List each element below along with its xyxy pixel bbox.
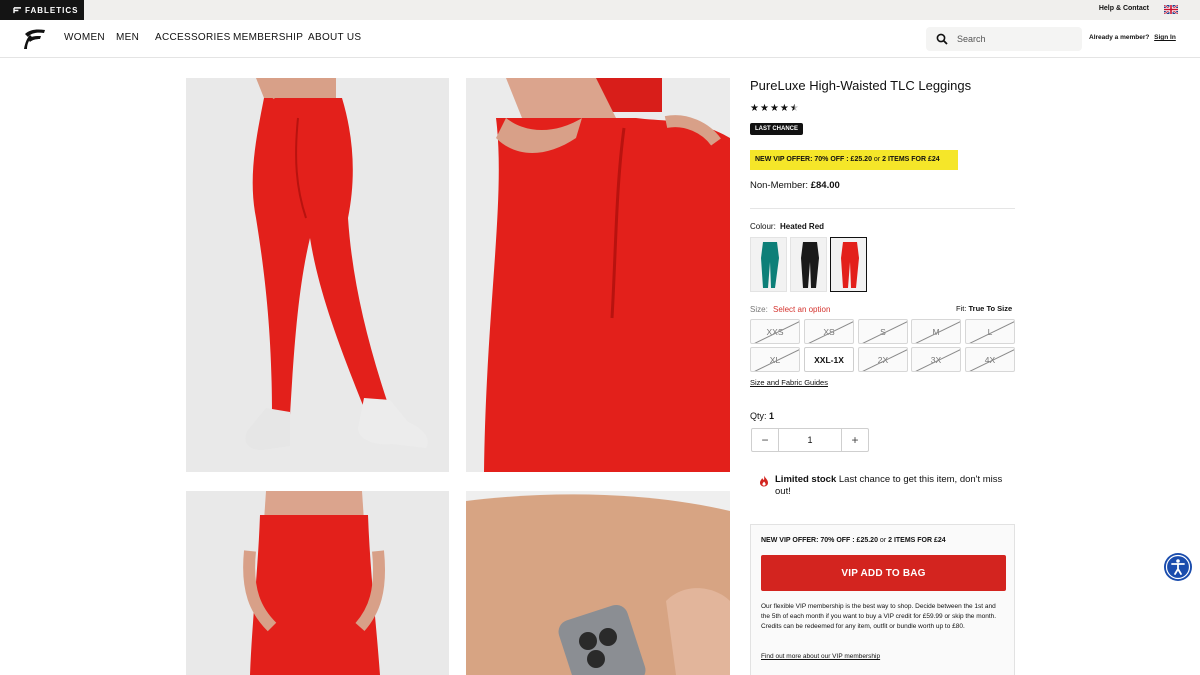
black-legging-thumb xyxy=(791,238,826,291)
vip-box-offer-prefix: NEW VIP OFFER: 70% OFF : £25.20 xyxy=(761,537,878,544)
star-icon: ★ xyxy=(769,103,779,114)
vip-offer-suffix: 2 ITEMS FOR £24 xyxy=(882,156,940,163)
vip-add-to-bag-button[interactable]: VIP ADD TO BAG xyxy=(761,555,1006,591)
qty-value[interactable]: 1 xyxy=(778,429,842,451)
vip-purchase-box: NEW VIP OFFER: 70% OFF : £25.20 or 2 ITE… xyxy=(750,524,1015,675)
fire-icon xyxy=(760,475,768,487)
qty-decrease-button[interactable]: − xyxy=(752,429,778,451)
star-icon: ★ xyxy=(779,103,789,114)
qty-increase-button[interactable]: + xyxy=(842,429,868,451)
nav-women[interactable]: WOMEN xyxy=(64,32,105,43)
fabletics-logo-icon[interactable] xyxy=(22,28,46,50)
red-legging-thumb xyxy=(831,238,866,291)
price-value: £84.00 xyxy=(810,180,840,191)
rating-stars[interactable]: ★ ★ ★ ★ ★ xyxy=(750,104,799,114)
product-image-back-full xyxy=(186,78,449,472)
product-image-front xyxy=(186,491,449,675)
sign-in-link[interactable]: Sign In xyxy=(1154,34,1176,41)
swatch-black[interactable] xyxy=(790,237,827,292)
quantity-stepper: − 1 + xyxy=(751,428,869,452)
vip-box-offer-suffix: 2 ITEMS FOR £24 xyxy=(888,537,946,544)
accessibility-button[interactable] xyxy=(1164,553,1192,581)
size-l[interactable]: L xyxy=(965,319,1015,344)
size-xxl-1x[interactable]: XXL-1X xyxy=(804,347,854,372)
brand-tab[interactable]: FABLETICS xyxy=(0,0,84,20)
size-4x[interactable]: 4X xyxy=(965,347,1015,372)
product-image-detail xyxy=(466,491,730,675)
colour-row: Colour: Heated Red xyxy=(750,222,824,231)
limited-stock-notice: Limited stock Last chance to get this it… xyxy=(759,474,1017,498)
non-member-price: Non-Member: £84.00 xyxy=(750,180,840,191)
size-2x[interactable]: 2X xyxy=(858,347,908,372)
stock-title: Limited stock xyxy=(775,474,837,485)
vip-box-offer: NEW VIP OFFER: 70% OFF : £25.20 or 2 ITE… xyxy=(761,537,946,544)
size-row: Size: Select an option xyxy=(750,305,830,314)
star-icon: ★ xyxy=(759,103,769,114)
vip-offer-banner: NEW VIP OFFER: 70% OFF : £25.20 or 2 ITE… xyxy=(750,150,958,170)
qty-label-value: 1 xyxy=(769,411,775,421)
nav-membership[interactable]: MEMBERSHIP xyxy=(233,32,303,43)
product-title: PureLuxe High-Waisted TLC Leggings xyxy=(750,78,972,93)
fit-info: Fit: True To Size xyxy=(956,304,1012,313)
search-box[interactable] xyxy=(926,27,1082,51)
stock-text: Limited stock Last chance to get this it… xyxy=(759,474,1017,498)
size-s[interactable]: S xyxy=(858,319,908,344)
star-icon: ★ xyxy=(750,103,759,114)
last-chance-badge: LAST CHANCE xyxy=(750,123,803,135)
fit-value: True To Size xyxy=(968,304,1013,313)
size-xxs[interactable]: XXS xyxy=(750,319,800,344)
teal-legging-thumb xyxy=(751,238,786,291)
size-guide-link[interactable]: Size and Fabric Guides xyxy=(750,378,828,387)
member-signin: Already a member? Sign In xyxy=(1089,34,1176,41)
half-star-icon: ★ xyxy=(789,103,799,114)
size-m[interactable]: M xyxy=(911,319,961,344)
fabletics-mini-logo-icon xyxy=(13,6,21,13)
product-photo-3[interactable] xyxy=(186,491,449,675)
vip-description: Our flexible VIP membership is the best … xyxy=(761,603,997,630)
qty-label: Qty: xyxy=(750,411,767,421)
vip-more-link[interactable]: Find out more about our VIP membership xyxy=(761,653,880,660)
size-xs[interactable]: XS xyxy=(804,319,854,344)
colour-value: Heated Red xyxy=(780,222,825,231)
nav-accessories[interactable]: ACCESSORIES xyxy=(155,32,231,43)
product-image-back-closeup xyxy=(466,78,730,472)
size-3x[interactable]: 3X xyxy=(911,347,961,372)
swatch-teal[interactable] xyxy=(750,237,787,292)
search-input[interactable] xyxy=(957,30,1075,48)
fit-label: Fit: xyxy=(956,304,967,313)
nav-men[interactable]: MEN xyxy=(116,32,139,43)
product-photo-1[interactable] xyxy=(186,78,449,472)
search-icon xyxy=(936,33,948,45)
uk-flag-icon[interactable] xyxy=(1164,5,1178,14)
utility-bar: FABLETICS Help & Contact xyxy=(0,0,1200,20)
qty-row: Qty: 1 xyxy=(750,411,774,421)
divider xyxy=(750,208,1015,209)
brand-name: FABLETICS xyxy=(25,5,79,15)
colour-label: Colour: xyxy=(750,222,776,231)
help-contact-link[interactable]: Help & Contact xyxy=(1099,5,1149,12)
member-prompt: Already a member? xyxy=(1089,34,1150,41)
main-nav: WOMEN MEN ACCESSORIES MEMBERSHIP ABOUT U… xyxy=(0,20,1200,58)
size-prompt: Select an option xyxy=(773,305,831,314)
product-photo-4[interactable] xyxy=(466,491,730,675)
vip-offer-or: or xyxy=(873,156,881,163)
vip-offer-prefix: NEW VIP OFFER: 70% OFF : £25.20 xyxy=(755,156,872,163)
accessibility-icon xyxy=(1165,554,1191,580)
size-xl[interactable]: XL xyxy=(750,347,800,372)
product-photo-2[interactable] xyxy=(466,78,730,472)
swatch-heated-red[interactable] xyxy=(830,237,867,292)
size-label: Size: xyxy=(750,305,768,314)
vip-box-offer-or: or xyxy=(879,537,887,544)
nav-about-us[interactable]: ABOUT US xyxy=(308,32,361,43)
price-label: Non-Member: xyxy=(750,180,809,191)
